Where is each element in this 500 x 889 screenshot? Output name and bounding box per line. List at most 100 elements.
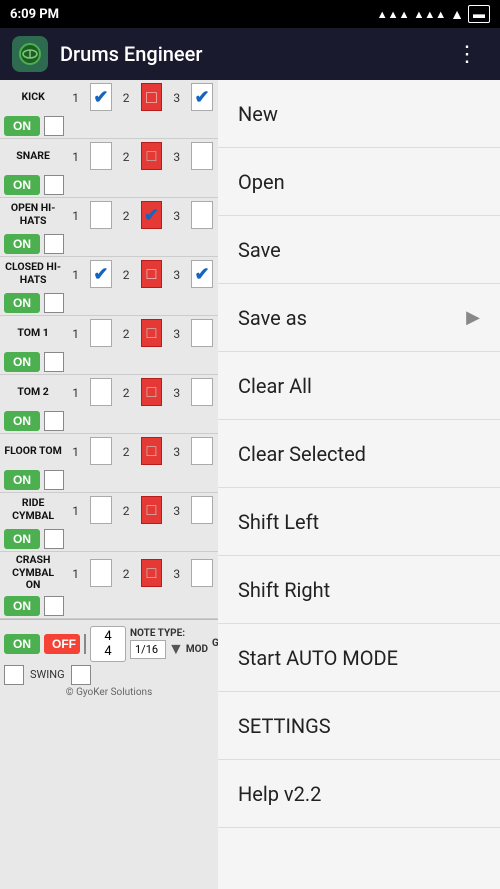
track-tom1: TOM 1 1 2 □ 3 ON bbox=[0, 316, 218, 375]
beat-cell-tom2-2[interactable]: □ bbox=[141, 378, 163, 406]
track-controls-rc: ON bbox=[0, 527, 218, 551]
menu-item-shift-right[interactable]: Shift Right bbox=[218, 556, 500, 624]
checkbox-ft[interactable] bbox=[44, 470, 64, 490]
beat-num-cc-2: 2 bbox=[115, 565, 138, 581]
track-name-ride-cymbal: RIDE CYMBAL bbox=[4, 497, 62, 522]
btn-on-tom1[interactable]: ON bbox=[4, 352, 40, 372]
track-name-crash-cymbal: CRASH CYMBAL ON bbox=[4, 554, 62, 592]
dropdown-menu: New Open Save Save as ▶ Clear All Clear … bbox=[218, 80, 500, 889]
note-type-label: NOTE TYPE: bbox=[130, 628, 208, 639]
beat-cell-tom1-3[interactable] bbox=[191, 319, 213, 347]
beat-num-tom2-3: 3 bbox=[165, 384, 188, 400]
btn-on-chh[interactable]: ON bbox=[4, 293, 40, 313]
beat-num-ft-3: 3 bbox=[165, 443, 188, 459]
time-signature[interactable]: 44 bbox=[90, 626, 126, 662]
beat-cell-cc-2[interactable]: □ bbox=[141, 559, 163, 587]
beat-num-ohh-2: 2 bbox=[115, 207, 138, 223]
swing-label: SWING bbox=[30, 668, 65, 681]
signal-icon-1: ▲▲▲ bbox=[377, 8, 410, 21]
beat-num-ft-1: 1 bbox=[64, 443, 87, 459]
beat-cell-snare-2[interactable]: □ bbox=[141, 142, 163, 170]
beat-cell-tom2-1[interactable] bbox=[90, 378, 112, 406]
track-tom2: TOM 2 1 2 □ 3 ON bbox=[0, 375, 218, 434]
beat-cell-tom1-1[interactable] bbox=[90, 319, 112, 347]
track-controls-snare: ON bbox=[0, 173, 218, 197]
beat-cell-rc-2[interactable]: □ bbox=[141, 496, 163, 524]
track-name-kick: KICK bbox=[4, 91, 62, 104]
track-controls-tom1: ON bbox=[0, 350, 218, 374]
beat-cell-tom2-3[interactable] bbox=[191, 378, 213, 406]
track-name-tom1: TOM 1 bbox=[4, 327, 62, 340]
beat-cell-snare-3[interactable] bbox=[191, 142, 213, 170]
beat-cell-kick-1[interactable]: ✔ bbox=[90, 83, 112, 111]
beat-num-chh-3: 3 bbox=[165, 266, 188, 282]
main-content: KICK 1 ✔ 2 □ 3 ✔ ON SNARE 1 2 □ 3 bbox=[0, 80, 500, 889]
checkbox-chh[interactable] bbox=[44, 293, 64, 313]
beat-cell-snare-1[interactable] bbox=[90, 142, 112, 170]
beat-cell-ft-1[interactable] bbox=[90, 437, 112, 465]
beat-num-kick-3: 3 bbox=[165, 89, 188, 105]
menu-item-auto-mode[interactable]: Start AUTO MODE bbox=[218, 624, 500, 692]
beat-cell-ft-3[interactable] bbox=[191, 437, 213, 465]
beat-cell-ohh-3[interactable] bbox=[191, 201, 213, 229]
track-ride-cymbal: RIDE CYMBAL 1 2 □ 3 ON bbox=[0, 493, 218, 552]
beat-cell-kick-3[interactable]: ✔ bbox=[191, 83, 213, 111]
checkbox-snare[interactable] bbox=[44, 175, 64, 195]
btn-on-rc[interactable]: ON bbox=[4, 529, 40, 549]
beat-cell-rc-1[interactable] bbox=[90, 496, 112, 524]
checkbox-global[interactable] bbox=[84, 634, 86, 654]
note-value[interactable]: 1/16 bbox=[130, 640, 166, 659]
btn-on-cc[interactable]: ON bbox=[4, 596, 40, 616]
status-bar: 6:09 PM ▲▲▲ ▲▲▲ ▲ ▬ bbox=[0, 0, 500, 28]
beat-cell-chh-3[interactable]: ✔ bbox=[191, 260, 213, 288]
menu-item-clear-all[interactable]: Clear All bbox=[218, 352, 500, 420]
menu-item-clear-selected[interactable]: Clear Selected bbox=[218, 420, 500, 488]
checkbox-tom1[interactable] bbox=[44, 352, 64, 372]
track-floor-tom: FLOOR TOM 1 2 □ 3 ON bbox=[0, 434, 218, 493]
bottom-controls: ON OFF 44 NOTE TYPE: 1/16 ▼ MOD GROO SWI… bbox=[0, 619, 218, 704]
menu-item-shift-left[interactable]: Shift Left bbox=[218, 488, 500, 556]
beat-cell-chh-2[interactable]: □ bbox=[141, 260, 163, 288]
beat-cell-chh-1[interactable]: ✔ bbox=[90, 260, 112, 288]
app-icon bbox=[12, 36, 48, 72]
menu-item-save[interactable]: Save bbox=[218, 216, 500, 284]
menu-item-help[interactable]: Help v2.2 bbox=[218, 760, 500, 828]
btn-on-ohh[interactable]: ON bbox=[4, 234, 40, 254]
beat-num-snare-1: 1 bbox=[64, 148, 87, 164]
swing-checkbox[interactable] bbox=[4, 665, 24, 685]
beat-num-cc-1: 1 bbox=[64, 565, 87, 581]
btn-off-global[interactable]: OFF bbox=[44, 634, 80, 654]
menu-item-settings[interactable]: SETTINGS bbox=[218, 692, 500, 760]
beat-cell-rc-3[interactable] bbox=[191, 496, 213, 524]
checkbox-cc[interactable] bbox=[44, 596, 64, 616]
btn-on-snare[interactable]: ON bbox=[4, 175, 40, 195]
checkbox-ohh[interactable] bbox=[44, 234, 64, 254]
checkbox-kick[interactable] bbox=[44, 116, 64, 136]
beat-cell-cc-1[interactable] bbox=[90, 559, 112, 587]
checkbox-tom2[interactable] bbox=[44, 411, 64, 431]
beat-cell-ft-2[interactable]: □ bbox=[141, 437, 163, 465]
beat-num-rc-2: 2 bbox=[115, 502, 138, 518]
checkbox-rc[interactable] bbox=[44, 529, 64, 549]
menu-item-save-as[interactable]: Save as ▶ bbox=[218, 284, 500, 352]
btn-on-global[interactable]: ON bbox=[4, 634, 40, 654]
track-controls-kick: ON bbox=[0, 114, 218, 138]
beat-cell-ohh-1[interactable] bbox=[90, 201, 112, 229]
menu-label-open: Open bbox=[238, 170, 480, 194]
track-name-floor-tom: FLOOR TOM bbox=[4, 445, 62, 458]
app-title: Drums Engineer bbox=[60, 42, 436, 66]
beat-cell-tom1-2[interactable]: □ bbox=[141, 319, 163, 347]
btn-on-tom2[interactable]: ON bbox=[4, 411, 40, 431]
menu-label-help: Help v2.2 bbox=[238, 782, 480, 806]
menu-item-open[interactable]: Open bbox=[218, 148, 500, 216]
track-kick: KICK 1 ✔ 2 □ 3 ✔ ON bbox=[0, 80, 218, 139]
btn-on-kick[interactable]: ON bbox=[4, 116, 40, 136]
beat-cell-ohh-2[interactable]: ✔ bbox=[141, 201, 163, 229]
menu-label-shift-left: Shift Left bbox=[238, 510, 480, 534]
beat-cell-cc-3[interactable] bbox=[191, 559, 213, 587]
swing-checkbox2[interactable] bbox=[71, 665, 91, 685]
beat-cell-kick-2[interactable]: □ bbox=[141, 83, 163, 111]
more-options-button[interactable]: ⋮ bbox=[448, 38, 488, 71]
menu-item-new[interactable]: New bbox=[218, 80, 500, 148]
btn-on-ft[interactable]: ON bbox=[4, 470, 40, 490]
